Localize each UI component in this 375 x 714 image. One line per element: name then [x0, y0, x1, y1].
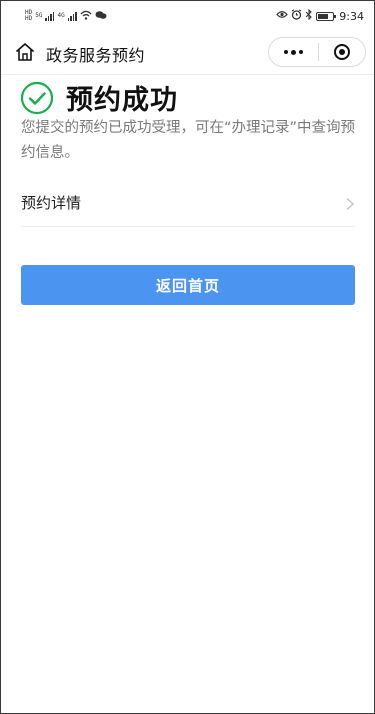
network-4g-label: 4G	[57, 12, 65, 19]
battery-level	[318, 13, 329, 19]
status-left: HD HD 5G 4G	[25, 10, 107, 23]
battery-icon	[316, 11, 337, 21]
appointment-detail-row[interactable]: 预约详情	[21, 179, 355, 227]
chevron-right-icon	[345, 196, 355, 210]
nav-bar: 政务服务预约	[1, 31, 374, 75]
target-close-icon[interactable]	[319, 44, 365, 60]
result-header: 预约成功	[20, 78, 178, 117]
eye-icon	[276, 10, 289, 22]
network-5g-label: 5G	[35, 12, 43, 19]
bluetooth-icon	[305, 8, 313, 23]
wechat-icon	[95, 10, 107, 23]
return-home-button[interactable]: 返回首页	[21, 265, 355, 305]
home-icon[interactable]	[14, 41, 36, 63]
status-bar: HD HD 5G 4G 9:34	[1, 1, 374, 31]
phone-screen: HD HD 5G 4G 9:34 政务服务预约 预约成功 您提交的预约已成功受理…	[0, 0, 375, 714]
detail-label: 预约详情	[21, 194, 82, 212]
nav-title: 政务服务预约	[46, 46, 146, 65]
result-title: 预约成功	[66, 85, 178, 116]
signal-icon	[45, 11, 55, 21]
result-description: 您提交的预约已成功受理，可在“办理记录”中查询预约信息。	[21, 120, 356, 161]
alarm-icon	[291, 9, 302, 23]
wifi-icon	[80, 10, 92, 23]
check-circle-icon	[20, 81, 54, 115]
mini-program-capsule	[268, 37, 366, 67]
status-right: 9:34	[276, 8, 364, 23]
hd-indicator: HD HD	[25, 9, 33, 22]
signal-icon-2	[67, 11, 77, 21]
more-dots-icon[interactable]	[269, 38, 318, 66]
status-time: 9:34	[339, 9, 364, 23]
